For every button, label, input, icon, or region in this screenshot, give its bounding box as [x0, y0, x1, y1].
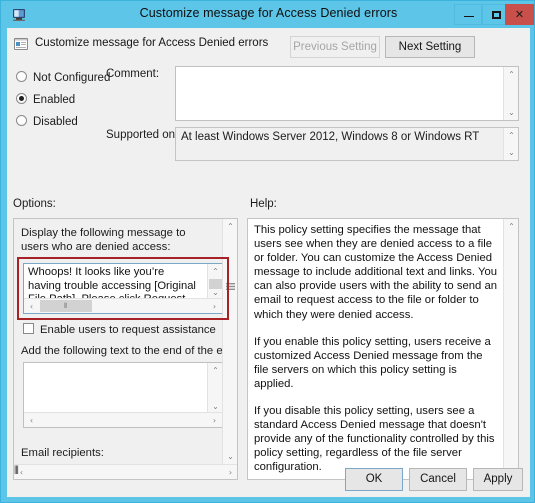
close-button[interactable]: ✕: [505, 4, 534, 25]
denied-message-vscrollbar[interactable]: ⌃ ⌄: [207, 264, 222, 300]
cancel-button[interactable]: Cancel: [409, 468, 467, 491]
apply-button[interactable]: Apply: [473, 468, 523, 491]
scroll-left-icon[interactable]: ‹: [24, 413, 39, 427]
supported-on-field: At least Windows Server 2012, Windows 8 …: [175, 127, 519, 161]
minimize-button[interactable]: [454, 4, 482, 25]
scroll-right-icon[interactable]: ›: [207, 299, 222, 313]
email-text-vscrollbar[interactable]: ⌃ ⌄: [207, 363, 222, 414]
comment-scrollbar[interactable]: ⌃ ⌄: [503, 67, 518, 120]
help-text-content: This policy setting specifies the messag…: [254, 223, 498, 480]
supported-on-value: At least Windows Server 2012, Windows 8 …: [181, 131, 479, 143]
scroll-down-icon[interactable]: ⌄: [504, 145, 519, 160]
help-paragraph: This policy setting specifies the messag…: [254, 223, 498, 322]
supported-on-scrollbar[interactable]: ⌃ ⌄: [503, 128, 518, 160]
scroll-thumb[interactable]: ⦀: [14, 465, 190, 478]
scroll-thumb[interactable]: [209, 279, 222, 289]
scroll-down-icon[interactable]: ⌄: [504, 105, 519, 120]
scroll-up-icon[interactable]: ⌃: [223, 219, 238, 234]
options-content: Display the following message to users w…: [14, 219, 223, 465]
radio-enabled[interactable]: Enabled: [16, 92, 75, 108]
radio-enabled-label: Enabled: [33, 94, 75, 106]
help-paragraph: If you enable this policy setting, users…: [254, 335, 498, 391]
close-icon: ✕: [506, 5, 533, 24]
previous-setting-button[interactable]: Previous Setting: [290, 36, 380, 58]
radio-disabled-label: Disabled: [33, 116, 78, 128]
scroll-thumb[interactable]: [226, 281, 235, 288]
email-text-prompt-label: Add the following text to the end of the…: [21, 345, 238, 357]
radio-enabled-indicator: [16, 93, 27, 104]
scroll-thumb[interactable]: ⦀: [40, 300, 92, 312]
scroll-up-icon[interactable]: ⌃: [208, 264, 223, 279]
radio-disabled-indicator: [16, 115, 27, 126]
checkbox-indicator: [23, 323, 34, 334]
scroll-right-icon[interactable]: ›: [207, 413, 222, 427]
scroll-left-icon[interactable]: ‹: [14, 465, 29, 479]
comment-label: Comment:: [106, 68, 159, 80]
scroll-up-icon[interactable]: ⌃: [504, 128, 519, 143]
help-paragraph: If you disable this policy setting, user…: [254, 404, 498, 474]
scroll-up-icon[interactable]: ⌃: [504, 67, 519, 82]
radio-not-configured-indicator: [16, 71, 27, 82]
denied-message-hscrollbar[interactable]: ‹ › ⦀: [24, 298, 222, 313]
email-text-hscrollbar[interactable]: ‹ ›: [24, 412, 222, 427]
scroll-down-icon[interactable]: ⌄: [223, 449, 238, 464]
email-append-text-input[interactable]: ⌃ ⌄ ‹ ›: [23, 362, 223, 428]
options-panel-hscrollbar[interactable]: ‹ › ⦀: [14, 464, 238, 479]
maximize-icon: [492, 11, 501, 19]
message-prompt-label: Display the following message to users w…: [21, 226, 216, 254]
dialog-client-area: Customize message for Access Denied erro…: [7, 28, 530, 497]
radio-not-configured-label: Not Configured: [33, 72, 110, 84]
options-section-label: Options:: [13, 198, 56, 210]
denied-message-input[interactable]: Whoops! It looks like you’re having trou…: [23, 263, 223, 314]
scroll-left-icon[interactable]: ‹: [24, 299, 39, 313]
comment-input[interactable]: ⌃ ⌄: [175, 66, 519, 121]
options-panel: Display the following message to users w…: [13, 218, 238, 480]
help-panel: This policy setting specifies the messag…: [247, 218, 519, 480]
enable-request-assistance-checkbox[interactable]: Enable users to request assistance: [23, 323, 216, 337]
policy-setting-icon: [13, 36, 29, 52]
supported-on-label: Supported on:: [106, 129, 178, 141]
next-setting-button[interactable]: Next Setting: [385, 36, 475, 58]
radio-not-configured[interactable]: Not Configured: [16, 70, 110, 86]
help-panel-scrollbar[interactable]: ⌃ ⌄: [503, 219, 518, 479]
scroll-right-icon[interactable]: ›: [223, 465, 238, 479]
title-bar: Customize message for Access Denied erro…: [1, 1, 535, 28]
help-section-label: Help:: [250, 198, 277, 210]
options-panel-vscrollbar[interactable]: ⌃ ⌄: [222, 219, 237, 464]
setting-name-label: Customize message for Access Denied erro…: [35, 37, 268, 49]
minimize-icon: [464, 16, 474, 17]
enable-request-assistance-label: Enable users to request assistance: [40, 324, 216, 336]
email-recipients-label: Email recipients:: [21, 447, 104, 459]
radio-disabled[interactable]: Disabled: [16, 114, 78, 130]
ok-button[interactable]: OK: [345, 468, 403, 491]
scroll-up-icon[interactable]: ⌃: [504, 219, 519, 234]
scroll-up-icon[interactable]: ⌃: [208, 363, 223, 378]
group-policy-setting-window: Customize message for Access Denied erro…: [0, 0, 535, 503]
